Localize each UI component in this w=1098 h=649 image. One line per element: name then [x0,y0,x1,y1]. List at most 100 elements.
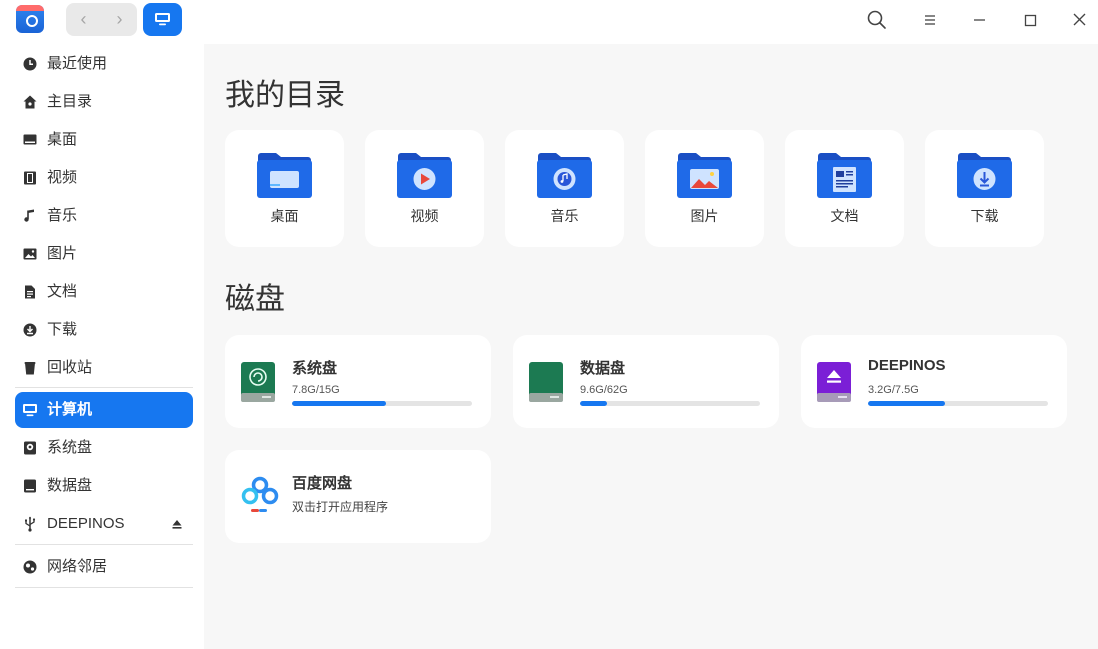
computer-icon [23,404,37,417]
sidebar-item-music[interactable]: 音乐 [15,198,193,234]
desktop-icon [23,134,37,145]
folder-videos[interactable]: 视频 [365,130,484,247]
sidebar-item-system-disk[interactable]: 系统盘 [15,430,193,466]
system-disk-icon [241,362,275,402]
image-icon [23,248,37,260]
sidebar-item-label: 主目录 [47,93,93,110]
folder-label: 文档 [830,208,859,224]
home-icon [23,95,37,109]
disk-usage-bar [868,401,1048,406]
computer-icon [155,13,170,26]
documents-folder-icon [817,153,872,198]
network-icon [23,560,37,574]
sidebar-divider [15,587,193,588]
sidebar-item-data-disk[interactable]: 数据盘 [15,468,193,504]
sidebar-item-label: 网络邻居 [47,558,108,575]
folder-label: 音乐 [550,208,579,224]
disk-usage-text: 9.6G/62G [580,384,628,396]
sidebar-item-network[interactable]: 网络邻居 [15,549,193,585]
sidebar-item-label: 文档 [47,283,78,300]
disk-usage-bar-fill [580,401,607,406]
disk-usage-text: 7.8G/15G [292,384,340,396]
sidebar-item-recent[interactable]: 最近使用 [15,46,193,82]
sidebar-divider [15,544,193,545]
sidebar-item-label: 视频 [47,169,78,186]
sidebar-item-label: 系统盘 [47,439,93,456]
disk-icon [24,479,36,493]
maximize-icon[interactable] [1017,8,1043,34]
data-disk-icon [529,362,563,402]
folder-label: 图片 [690,208,719,224]
desktop-folder-icon [257,153,312,198]
folder-label: 桌面 [270,208,299,224]
pictures-folder-icon [677,153,732,198]
sidebar-item-label: 数据盘 [47,477,93,494]
folder-pictures[interactable]: 图片 [645,130,764,247]
folder-label: 下载 [970,208,999,224]
breadcrumb-computer-button[interactable] [143,3,182,36]
sidebar-item-desktop[interactable]: 桌面 [15,122,193,158]
trash-icon [24,362,36,375]
folder-music[interactable]: 音乐 [505,130,624,247]
sidebar-item-label: DEEPINOS [47,515,125,532]
disks-title: 磁盘 [225,283,285,316]
disk-name: 数据盘 [580,360,626,377]
sidebar-item-label: 音乐 [47,207,78,224]
sidebar-divider [15,387,193,388]
sidebar-item-pictures[interactable]: 图片 [15,236,193,272]
minimize-icon[interactable] [966,8,992,34]
back-button[interactable]: ‹ [66,3,101,36]
search-icon[interactable] [864,8,890,34]
app-subtitle: 双击打开应用程序 [292,500,389,514]
document-icon [25,285,35,299]
sidebar-item-label: 计算机 [47,401,93,418]
disk-name: DEEPINOS [868,357,946,374]
eject-icon[interactable] [171,518,183,530]
sidebar-item-label: 回收站 [47,359,93,376]
folder-documents[interactable]: 文档 [785,130,904,247]
baidu-netdisk-card[interactable]: 百度网盘 双击打开应用程序 [225,450,491,543]
menu-icon[interactable] [916,8,942,34]
disk-card-data[interactable]: 数据盘 9.6G/62G [513,335,779,428]
music-note-icon [24,209,34,222]
folder-downloads[interactable]: 下载 [925,130,1044,247]
disk-usage-bar [580,401,760,406]
disk-card-deepinos[interactable]: DEEPINOS 3.2G/7.5G [801,335,1067,428]
disk-usage-text: 3.2G/7.5G [868,384,919,396]
film-icon [24,171,36,185]
usb-icon [25,516,36,532]
baidu-netdisk-icon [241,476,279,512]
clock-icon [23,57,37,71]
title-bar: ‹ › [0,0,1098,44]
disk-icon [24,441,36,455]
navigation-buttons: ‹ › [66,3,137,36]
app-name: 百度网盘 [292,475,353,492]
disk-card-system[interactable]: 系统盘 7.8G/15G [225,335,491,428]
sidebar-item-documents[interactable]: 文档 [15,274,193,310]
music-folder-icon [537,153,592,198]
close-icon[interactable] [1066,8,1092,34]
download-icon [23,323,37,337]
sidebar-item-trash[interactable]: 回收站 [15,350,193,386]
disk-name: 系统盘 [292,360,338,377]
sidebar-item-label: 桌面 [47,131,78,148]
sidebar-item-downloads[interactable]: 下载 [15,312,193,348]
downloads-folder-icon [957,153,1012,198]
folder-desktop[interactable]: 桌面 [225,130,344,247]
file-manager-logo-icon [16,5,44,33]
sidebar-item-label: 图片 [47,245,78,262]
sidebar-item-label: 最近使用 [47,55,108,72]
sidebar-item-deepinos[interactable]: DEEPINOS [15,506,193,542]
forward-button[interactable]: › [102,3,137,36]
video-folder-icon [397,153,452,198]
folder-label: 视频 [410,208,439,224]
my-directory-title: 我的目录 [225,79,345,112]
sidebar-item-label: 下载 [47,321,78,338]
sidebar-item-computer[interactable]: 计算机 [15,392,193,428]
sidebar: 最近使用 主目录 桌面 视频 音乐 图片 文档 下载 回收站 计算机 系统盘 数… [0,44,204,649]
sidebar-item-home[interactable]: 主目录 [15,84,193,120]
disk-usage-bar-fill [868,401,946,406]
sidebar-item-videos[interactable]: 视频 [15,160,193,196]
disk-usage-bar-fill [292,401,386,406]
disk-usage-bar [292,401,472,406]
